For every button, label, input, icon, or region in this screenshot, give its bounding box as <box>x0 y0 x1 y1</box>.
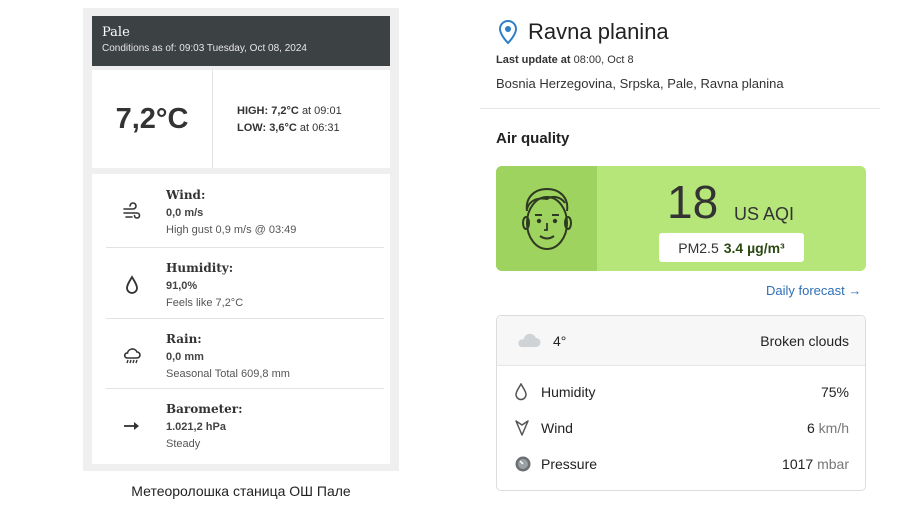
rain-icon <box>120 344 144 368</box>
pm25-value: 3.4 µg/m³ <box>723 239 785 256</box>
row-divider <box>106 388 384 389</box>
detail-title: Humidity: <box>166 261 234 275</box>
weather-card: 4° Broken clouds Humidity 75% Wind 6 km/… <box>496 315 866 491</box>
high-label: HIGH: <box>237 105 269 117</box>
value-number: 1017 <box>782 456 814 472</box>
detail-sub: Feels like 7,2°C <box>166 297 244 309</box>
drop-icon <box>514 382 528 404</box>
header-divider <box>480 108 880 109</box>
low-value: 3,6°C <box>269 122 297 134</box>
low-time: at 06:31 <box>299 122 340 134</box>
weather-row-humidity: Humidity 75% <box>497 380 865 404</box>
temperature-box: 7,2°C HIGH: 7,2°C at 09:01 LOW: 3,6°C at… <box>92 70 390 168</box>
row-value: 6 km/h <box>807 420 849 436</box>
barometer-arrow-icon <box>120 414 144 438</box>
high-low-summary: HIGH: 7,2°C at 09:01 LOW: 3,6°C at 06:31 <box>237 103 342 137</box>
high-value: 7,2°C <box>271 105 299 117</box>
pm25-label: PM2.5 <box>678 239 719 256</box>
station-caption: Метеоролошка станица ОШ Пале <box>131 483 351 499</box>
current-temperature: 7,2°C <box>92 70 213 168</box>
detail-row-rain: Rain: 0,0 mm Seasonal Total 609,8 mm <box>92 318 390 388</box>
value-unit: km/h <box>818 420 849 436</box>
pressure-icon <box>514 455 532 476</box>
location-pin-icon <box>497 19 519 50</box>
row-divider <box>106 247 384 248</box>
detail-value: 0,0 mm <box>166 351 204 363</box>
detail-row-humidity: Humidity: 91,0% Feels like 7,2°C <box>92 247 390 317</box>
humidity-icon <box>120 273 144 297</box>
location-title: Ravna planina <box>528 19 669 44</box>
detail-sub: Seasonal Total 609,8 mm <box>166 368 290 380</box>
detail-value: 91,0% <box>166 280 198 292</box>
detail-row-barometer: Barometer: 1.021,2 hPa Steady <box>92 388 390 458</box>
high-line: HIGH: 7,2°C at 09:01 <box>237 103 342 120</box>
station-header: Pale Conditions as of: 09:03 Tuesday, Oc… <box>92 16 390 66</box>
row-label: Wind <box>541 420 573 436</box>
row-value: 1017 mbar <box>782 456 849 472</box>
detail-value: 1.021,2 hPa <box>166 421 226 433</box>
cloud-icon <box>515 332 541 353</box>
detail-title: Rain: <box>166 332 202 346</box>
value-unit: mbar <box>817 456 849 472</box>
high-time: at 09:01 <box>301 105 342 117</box>
detail-sub: High gust 0,9 m/s @ 03:49 <box>166 224 297 236</box>
weather-summary: 4° Broken clouds <box>497 316 865 366</box>
low-label: LOW: <box>237 122 267 134</box>
low-line: LOW: 3,6°C at 06:31 <box>237 120 342 137</box>
detail-title: Barometer: <box>166 402 243 416</box>
weather-row-pressure: Pressure 1017 mbar <box>497 452 865 476</box>
air-quality-heading: Air quality <box>496 130 570 147</box>
last-update-value: 08:00, Oct 8 <box>573 54 634 66</box>
row-divider <box>106 318 384 319</box>
wind-direction-icon <box>514 419 530 440</box>
aqi-value: 18 <box>667 176 719 228</box>
value-number: 6 <box>806 420 815 436</box>
detail-row-wind: Wind: 0,0 m/s High gust 0,9 m/s @ 03:49 <box>92 174 390 244</box>
station-name: Pale <box>102 25 130 40</box>
last-update: Last update at 08:00, Oct 8 <box>496 54 634 66</box>
face-icon <box>496 166 597 271</box>
row-label: Pressure <box>541 456 598 472</box>
pm25-badge: PM2.5 3.4 µg/m³ <box>659 233 804 262</box>
detail-value: 0,0 m/s <box>166 207 204 219</box>
weather-condition: Broken clouds <box>760 333 849 349</box>
row-value: 75% <box>821 384 849 400</box>
conditions-timestamp: Conditions as of: 09:03 Tuesday, Oct 08,… <box>102 43 307 54</box>
detail-title: Wind: <box>166 188 206 202</box>
daily-forecast-link[interactable]: Daily forecast → <box>766 283 861 298</box>
row-label: Humidity <box>541 384 596 400</box>
weather-row-wind: Wind 6 km/h <box>497 416 865 440</box>
weather-temp: 4° <box>553 333 567 349</box>
wind-icon <box>120 200 144 224</box>
aqi-unit: US AQI <box>734 204 795 224</box>
value-number: 75% <box>820 384 849 400</box>
station-details: Wind: 0,0 m/s High gust 0,9 m/s @ 03:49 … <box>92 174 390 464</box>
location-breadcrumb: Bosnia Herzegovina, Srpska, Pale, Ravna … <box>496 76 784 91</box>
detail-sub: Steady <box>166 438 201 450</box>
last-update-label: Last update at <box>496 54 571 66</box>
